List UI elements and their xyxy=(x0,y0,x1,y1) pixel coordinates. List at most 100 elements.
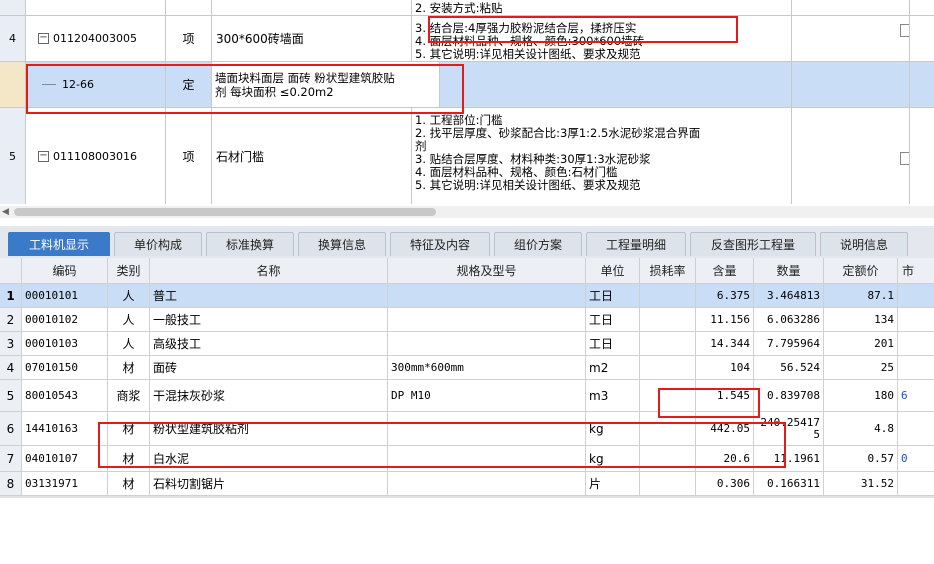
cell-loss[interactable] xyxy=(640,332,696,355)
cell-unit[interactable]: 工日 xyxy=(586,332,640,355)
cell-unit[interactable]: 工日 xyxy=(586,284,640,307)
cell-code[interactable]: 80010543 xyxy=(22,380,108,411)
cell-quantity[interactable]: 7.795964 xyxy=(754,332,824,355)
cell-content[interactable]: 11.156 xyxy=(696,308,754,331)
col-header-quota-price[interactable]: 定额价 xyxy=(824,258,898,283)
col-header-category[interactable]: 类别 xyxy=(108,258,150,283)
col-header-spec[interactable]: 规格及型号 xyxy=(388,258,586,283)
cell-unit[interactable]: m3 xyxy=(586,380,640,411)
cell-name[interactable]: 干混抹灰砂浆 xyxy=(150,380,388,411)
cell-code[interactable]: 00010102 xyxy=(22,308,108,331)
cell-market[interactable] xyxy=(898,472,934,495)
cell-price[interactable]: 25 xyxy=(824,356,898,379)
cell-unit[interactable]: kg xyxy=(586,446,640,471)
cell-spec[interactable]: DP M10 xyxy=(388,380,586,411)
horizontal-scrollbar[interactable]: ◀ xyxy=(0,206,934,218)
cell-content[interactable]: 1.545 xyxy=(696,380,754,411)
cell-quantity[interactable]: 3.464813 xyxy=(754,284,824,307)
table-row[interactable]: 3 00010103 人 高级技工 工日 14.344 7.795964 201 xyxy=(0,332,934,356)
cell-unit[interactable]: m2 xyxy=(586,356,640,379)
col-header-name[interactable]: 名称 xyxy=(150,258,388,283)
cell-spec[interactable]: 300mm*600mm xyxy=(388,356,586,379)
cell-spec[interactable] xyxy=(388,446,586,471)
cell-code[interactable]: 04010107 xyxy=(22,446,108,471)
tab-features-content[interactable]: 特征及内容 xyxy=(390,232,490,256)
table-row[interactable]: 1 00010101 人 普工 工日 6.375 3.464813 87.1 xyxy=(0,284,934,308)
cell-code[interactable]: 00010101 xyxy=(22,284,108,307)
cell-market[interactable]: 0 xyxy=(898,446,934,471)
col-header-unit[interactable]: 单位 xyxy=(586,258,640,283)
cell-name[interactable]: 粉状型建筑胶粘剂 xyxy=(150,412,388,445)
cell-quantity[interactable]: 0.166311 xyxy=(754,472,824,495)
cell-market[interactable] xyxy=(898,284,934,307)
cell-market[interactable] xyxy=(898,356,934,379)
collapse-toggle-icon[interactable]: − xyxy=(38,33,49,44)
collapse-toggle-icon[interactable]: − xyxy=(38,151,49,162)
cell-name[interactable]: 普工 xyxy=(150,284,388,307)
tab-reverse-graphic-quantity[interactable]: 反查图形工程量 xyxy=(690,232,816,256)
cell-loss[interactable] xyxy=(640,472,696,495)
cell-category[interactable]: 人 xyxy=(108,332,150,355)
col-header-market[interactable]: 市 xyxy=(898,258,934,283)
cell-price[interactable]: 4.8 xyxy=(824,412,898,445)
cell-spec[interactable] xyxy=(388,332,586,355)
cell-quantity[interactable]: 0.839708 xyxy=(754,380,824,411)
cell-loss[interactable] xyxy=(640,308,696,331)
row-checkbox[interactable] xyxy=(900,152,909,165)
cell-price[interactable]: 134 xyxy=(824,308,898,331)
tab-description-info[interactable]: 说明信息 xyxy=(820,232,908,256)
cell-name[interactable]: 石料切割锯片 xyxy=(150,472,388,495)
cell-category[interactable]: 人 xyxy=(108,284,150,307)
cell-content[interactable]: 0.306 xyxy=(696,472,754,495)
cell-unit[interactable]: kg xyxy=(586,412,640,445)
scroll-left-icon[interactable]: ◀ xyxy=(2,206,9,218)
cell-price[interactable]: 180 xyxy=(824,380,898,411)
tab-pricing-plan[interactable]: 组价方案 xyxy=(494,232,582,256)
tab-standard-conversion[interactable]: 标准换算 xyxy=(206,232,294,256)
row-checkbox[interactable] xyxy=(900,24,909,37)
cell-unit[interactable]: 片 xyxy=(586,472,640,495)
tab-unit-price-composition[interactable]: 单价构成 xyxy=(114,232,202,256)
cell-category[interactable]: 商浆 xyxy=(108,380,150,411)
cell-quantity[interactable]: 240.25417 5 xyxy=(754,412,824,445)
cell-category[interactable]: 材 xyxy=(108,446,150,471)
cell-price[interactable]: 201 xyxy=(824,332,898,355)
cell-loss[interactable] xyxy=(640,284,696,307)
cell-content[interactable]: 442.05 xyxy=(696,412,754,445)
tab-conversion-info[interactable]: 换算信息 xyxy=(298,232,386,256)
table-row[interactable]: 7 04010107 材 白水泥 kg 20.6 11.1961 0.57 0 xyxy=(0,446,934,472)
cell-spec[interactable] xyxy=(388,472,586,495)
cell-code[interactable]: 14410163 xyxy=(22,412,108,445)
cell-name[interactable]: 白水泥 xyxy=(150,446,388,471)
table-row[interactable]: 4 07010150 材 面砖 300mm*600mm m2 104 56.52… xyxy=(0,356,934,380)
table-row[interactable]: 5 80010543 商浆 干混抹灰砂浆 DP M10 m3 1.545 0.8… xyxy=(0,380,934,412)
cell-category[interactable]: 人 xyxy=(108,308,150,331)
cell-quantity[interactable]: 56.524 xyxy=(754,356,824,379)
cell-market[interactable] xyxy=(898,308,934,331)
cell-price[interactable]: 0.57 xyxy=(824,446,898,471)
grid-row-5[interactable]: 5 − 011108003016 项 石材门槛 1. 工程部位:门槛 2. 找平… xyxy=(0,108,934,204)
cell-market[interactable]: 6 xyxy=(898,380,934,411)
col-header-content[interactable]: 含量 xyxy=(696,258,754,283)
tab-quantity-details[interactable]: 工程量明细 xyxy=(586,232,686,256)
cell-quantity[interactable]: 11.1961 xyxy=(754,446,824,471)
cell-content[interactable]: 14.344 xyxy=(696,332,754,355)
cell-name[interactable]: 一般技工 xyxy=(150,308,388,331)
grid-row-partial[interactable]: 2. 安装方式:粘贴 xyxy=(0,0,934,16)
cell-name[interactable]: 面砖 xyxy=(150,356,388,379)
cell-category[interactable]: 材 xyxy=(108,472,150,495)
quota-subitem-row[interactable]: 12-66 定 墙面块料面层 面砖 粉状型建筑胶贴 剂 每块面积 ≤0.20m2 xyxy=(0,62,934,108)
cell-price[interactable]: 31.52 xyxy=(824,472,898,495)
cell-quantity[interactable]: 6.063286 xyxy=(754,308,824,331)
tab-labor-material-machine[interactable]: 工料机显示 xyxy=(8,232,110,256)
cell-spec[interactable] xyxy=(388,284,586,307)
cell-market[interactable] xyxy=(898,332,934,355)
cell-spec[interactable] xyxy=(388,412,586,445)
table-row[interactable]: 8 03131971 材 石料切割锯片 片 0.306 0.166311 31.… xyxy=(0,472,934,496)
cell-code[interactable]: 07010150 xyxy=(22,356,108,379)
cell-price[interactable]: 87.1 xyxy=(824,284,898,307)
cell-unit[interactable]: 工日 xyxy=(586,308,640,331)
cell-name[interactable]: 高级技工 xyxy=(150,332,388,355)
col-header-code[interactable]: 编码 xyxy=(22,258,108,283)
cell-category[interactable]: 材 xyxy=(108,412,150,445)
